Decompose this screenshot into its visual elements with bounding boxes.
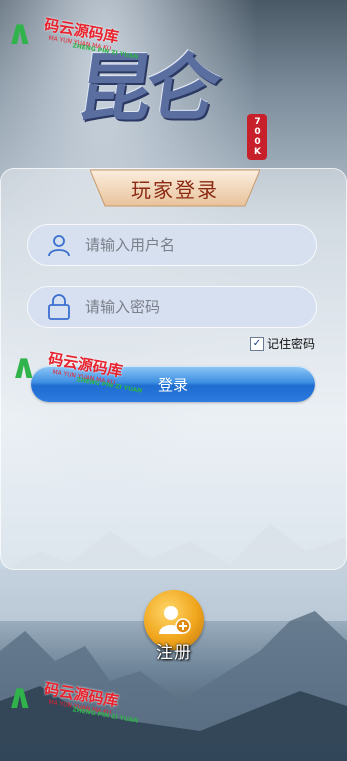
watermark: ∧ 码云源码库 MA YUN YUAN MA KU ZHENG PIN ZI Y… xyxy=(6,680,146,730)
remember-password[interactable]: ✓ 记住密码 xyxy=(250,335,315,352)
remember-checkbox[interactable]: ✓ xyxy=(250,336,264,351)
watermark-logo-icon: ∧ xyxy=(6,13,34,53)
lock-icon xyxy=(41,293,77,321)
user-icon xyxy=(41,231,77,259)
login-screen: 昆仑 700K 玩家登录 请输入用户名 ✓ 记住密码 登录 注册 ∧ 码云源码库… xyxy=(0,0,347,761)
logo-seal: 700K xyxy=(247,114,267,160)
username-input[interactable] xyxy=(83,235,307,255)
login-title-ribbon: 玩家登录 xyxy=(90,168,260,208)
watermark: ∧ 码云源码库 MA YUN YUAN MA KU ZHENG PIN ZI Y… xyxy=(10,350,150,400)
watermark-logo-icon: ∧ xyxy=(6,677,34,717)
username-field[interactable] xyxy=(27,224,317,266)
game-logo: 昆仑 700K xyxy=(72,46,272,168)
login-title: 玩家登录 xyxy=(131,177,219,202)
remember-label: 记住密码 xyxy=(267,337,316,351)
watermark-logo-icon: ∧ xyxy=(10,347,38,387)
register-button[interactable]: 注册 xyxy=(142,590,206,670)
watermark: ∧ 码云源码库 MA YUN YUAN MA KU ZHENG PIN ZI Y… xyxy=(6,16,146,66)
password-input[interactable] xyxy=(83,297,307,317)
register-label: 注册 xyxy=(156,643,192,663)
password-field[interactable] xyxy=(27,286,317,328)
